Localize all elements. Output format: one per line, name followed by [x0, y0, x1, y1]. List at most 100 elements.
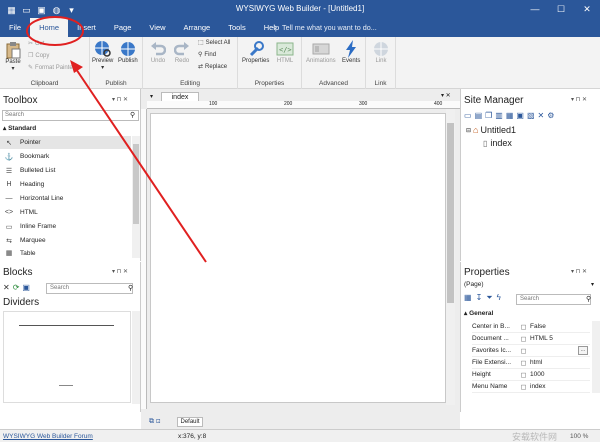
cut-button[interactable]: ✂ Cut [28, 40, 44, 48]
minimize-icon[interactable]: — [522, 0, 548, 18]
export-icon[interactable]: ▦ [506, 111, 514, 120]
property-row[interactable]: Height ◻ 1000 [472, 369, 590, 381]
properties-search-input[interactable]: Search [516, 294, 591, 305]
panel-menu-icon[interactable]: ▾ ⊓ ✕ [571, 96, 587, 103]
properties-button[interactable]: Properties [242, 40, 269, 64]
property-row[interactable]: Favorites Ic... ◻... [472, 345, 590, 357]
animations-button[interactable]: Animations [306, 40, 336, 64]
properties-scrollbar[interactable] [592, 321, 600, 393]
default-page-tab[interactable]: Default [177, 417, 203, 427]
undo-button[interactable]: Undo [149, 40, 167, 64]
properties-section[interactable]: ▴ General [464, 309, 493, 317]
search-icon[interactable]: ⚲ [586, 295, 591, 303]
publish-button[interactable]: Publish [118, 40, 138, 64]
delete-icon[interactable]: ✕ [3, 283, 10, 292]
menu-tools[interactable]: Tools [219, 18, 255, 37]
toolbox-item-heading[interactable]: H Heading [0, 178, 131, 191]
close-icon[interactable]: ✕ [574, 0, 600, 18]
lightning-icon[interactable]: ϟ [497, 293, 501, 303]
tab-close-icon[interactable]: ▾ ✕ [441, 92, 451, 99]
panel-menu-icon[interactable]: ▾ ⊓ ✕ [112, 268, 128, 275]
property-row[interactable]: Document ... ◻ HTML 5 [472, 333, 590, 345]
delete-page-icon[interactable]: ✕ [538, 111, 545, 120]
categorized-icon[interactable]: ▦ [464, 293, 472, 303]
property-row[interactable]: Center in B... ◻ False [472, 321, 590, 333]
toolbox-item-html[interactable]: <> HTML [0, 206, 131, 219]
page-view-icon[interactable]: ⧉ ⊡ [149, 418, 160, 426]
page-settings-icon[interactable]: ▧ [527, 111, 535, 120]
dividers-preview[interactable] [3, 311, 131, 403]
scrollbar-thumb[interactable] [133, 144, 139, 224]
html-button[interactable]: </> HTML [276, 40, 294, 64]
preview-page-icon[interactable]: ▣ [516, 111, 524, 120]
menu-insert[interactable]: Insert [68, 18, 105, 37]
refresh-icon[interactable]: ⟳ [13, 283, 20, 292]
toolbox-category[interactable]: ▴ Standard [0, 124, 141, 134]
new-page-icon[interactable]: ▭ [464, 111, 472, 120]
menu-file[interactable]: File [0, 18, 30, 37]
collapse-icon[interactable]: ⊟ [466, 127, 471, 134]
replace-button[interactable]: ⇄ Replace [198, 63, 227, 71]
panel-menu-icon[interactable]: ▾ ⊓ ✕ [112, 96, 128, 103]
format-painter-button[interactable]: ✎ Format Painter [28, 64, 75, 72]
binoculars-icon: ⚲ [198, 52, 203, 58]
library-icon[interactable]: ▣ [22, 283, 30, 292]
forum-link[interactable]: WYSIWYG Web Builder Forum [3, 433, 93, 440]
object-selector[interactable]: (Page) [464, 281, 484, 288]
toolbox-item-marquee[interactable]: ⇆ Marquee [0, 234, 131, 247]
menu-home[interactable]: Home [30, 18, 69, 37]
toolbox-panel: Toolbox ▾ ⊓ ✕ Search ⚲ ▴ Standard ↖ Point… [0, 89, 141, 261]
link-button[interactable]: Link [372, 40, 390, 64]
scrollbar-thumb[interactable] [447, 123, 454, 303]
house-icon: ⌂ [473, 125, 479, 135]
toolbox-scrollbar[interactable] [132, 136, 140, 258]
toolbox-item-inline-frame[interactable]: ▭ Inline Frame [0, 220, 131, 233]
toolbox-item-table[interactable]: ▦ Table [0, 248, 131, 258]
settings-icon[interactable]: ⚙ [547, 111, 554, 120]
tell-me-box[interactable]: ✧ Tell me what you want to do... [272, 18, 377, 37]
folder-icon[interactable]: ▤ [475, 111, 483, 120]
toolbox-item-pointer[interactable]: ↖ Pointer [0, 136, 131, 149]
toolbox-search-input[interactable]: Search [2, 110, 139, 121]
property-row[interactable]: Menu Name ◻ index [472, 381, 590, 393]
menu-view[interactable]: View [140, 18, 174, 37]
divider-caption-line [59, 385, 73, 386]
sort-alpha-icon[interactable]: ↧ [476, 293, 483, 303]
page-canvas[interactable] [150, 113, 446, 403]
tree-root[interactable]: ⊟ ⌂ Untitled1 [466, 125, 516, 135]
blocks-search-input[interactable]: Search [46, 283, 133, 294]
copy-icon: ❐ [28, 53, 34, 59]
preview-button[interactable]: Preview ▾ [92, 40, 113, 71]
property-row[interactable]: File Extensi... ◻ html [472, 357, 590, 369]
tab-menu-icon[interactable]: ▾ [150, 93, 153, 100]
menu-arrange[interactable]: Arrange [175, 18, 220, 37]
blocks-scrollbar[interactable] [132, 311, 140, 404]
panel-menu-icon[interactable]: ▾ ⊓ ✕ [571, 268, 587, 275]
zoom-level[interactable]: 100 % [570, 433, 588, 440]
find-button[interactable]: ⚲ Find [198, 51, 216, 59]
editor-scrollbar[interactable] [446, 109, 455, 405]
redo-button[interactable]: Redo [173, 40, 191, 64]
copy-button[interactable]: ❐ Copy [28, 52, 49, 60]
marquee-icon: ⇆ [6, 237, 12, 245]
events-button[interactable]: Events [342, 40, 360, 64]
maximize-icon[interactable]: ☐ [548, 0, 574, 18]
chevron-down-icon[interactable]: ▾ [591, 281, 594, 288]
toolbox-title: Toolbox [3, 94, 38, 106]
toolbox-item-bookmark[interactable]: ⚓ Bookmark [0, 150, 131, 163]
lightning-icon [342, 40, 360, 58]
link-globe-icon [372, 40, 390, 58]
toolbox-item-horizontal-line[interactable]: — Horizontal Line [0, 192, 131, 205]
select-all-button[interactable]: ⬚ Select All [198, 39, 230, 47]
paste-button[interactable]: Paste ▾ [4, 41, 22, 72]
copy-page-icon[interactable]: ❐ [485, 111, 492, 120]
window-controls: — ☐ ✕ [522, 0, 600, 18]
search-icon[interactable]: ⚲ [128, 284, 133, 292]
toolbox-item-bulleted-list[interactable]: ☰ Bulleted List [0, 164, 131, 177]
filter-icon[interactable]: ⏷ [486, 293, 492, 303]
menu-page[interactable]: Page [105, 18, 141, 37]
tree-page-index[interactable]: ▯ index [483, 138, 512, 148]
import-icon[interactable]: ▥ [495, 111, 503, 120]
browse-button[interactable]: ... [578, 346, 588, 355]
search-icon[interactable]: ⚲ [130, 111, 135, 119]
